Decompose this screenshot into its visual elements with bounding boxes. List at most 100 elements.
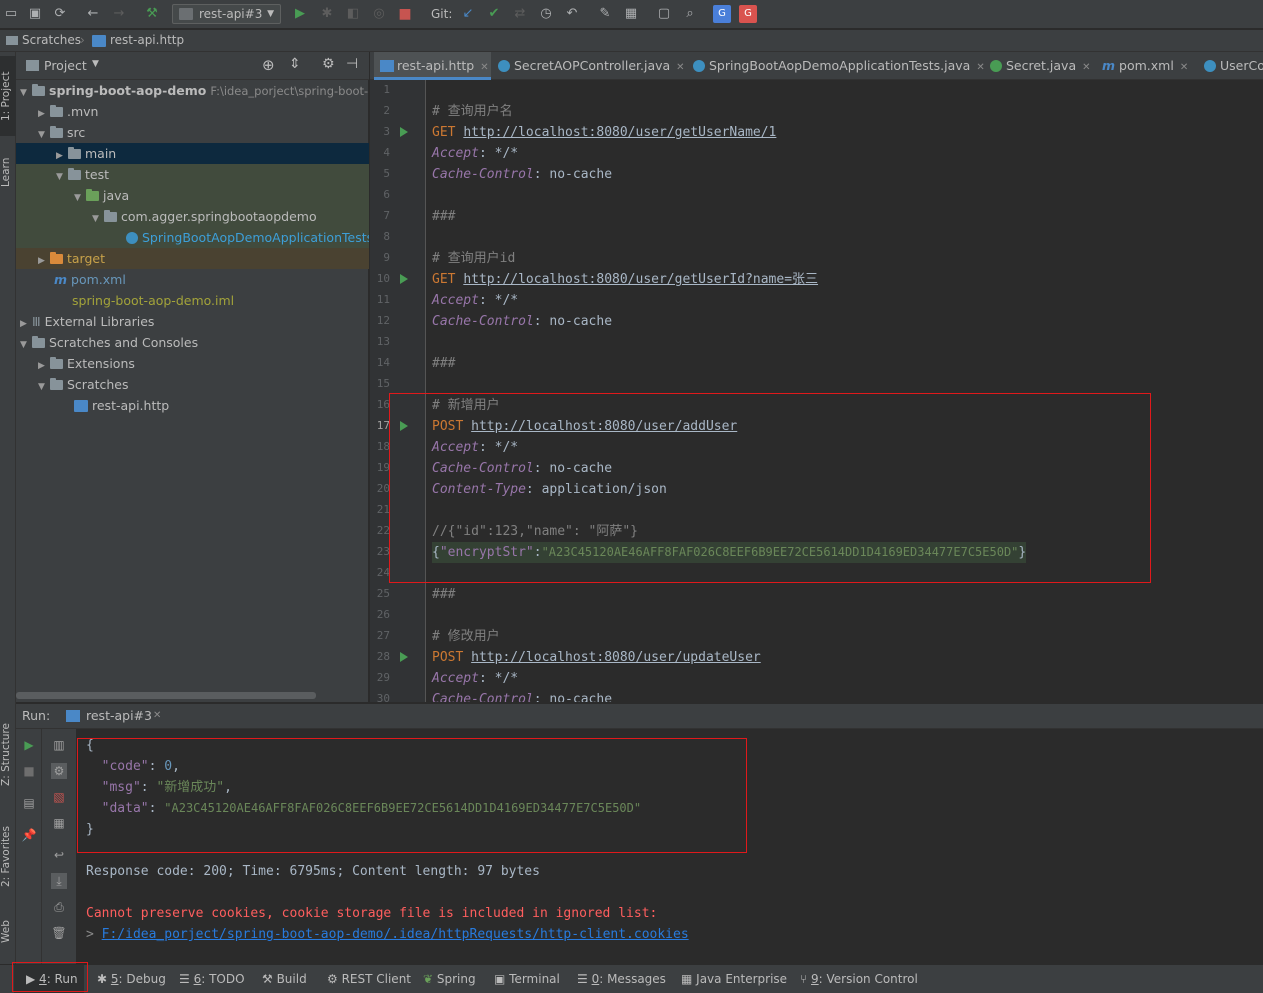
open-file-icon[interactable]: ▥ (51, 737, 67, 753)
line-number: 6 (383, 188, 390, 201)
line-number: 10 (376, 272, 390, 285)
locate-icon[interactable]: ⊕ (262, 56, 275, 74)
git-history-icon[interactable]: ◷ (537, 5, 555, 23)
tool-build[interactable]: ⚒ Build (262, 965, 307, 993)
back-icon[interactable]: ← (84, 5, 102, 23)
stop-icon[interactable]: ■ (21, 763, 37, 779)
google-translate-icon[interactable]: G (713, 5, 731, 23)
tree-item-iml[interactable]: spring-boot-aop-demo.iml (16, 290, 369, 311)
breadcrumb-rest-api[interactable]: rest-api.http (110, 30, 184, 51)
request-url[interactable]: http://localhost:8080/user/updateUser (471, 650, 761, 665)
tree-item-target[interactable]: ▶ target (16, 248, 369, 269)
soft-wrap-icon[interactable]: ↩ (51, 847, 67, 863)
close-icon[interactable]: ✕ (1082, 62, 1090, 73)
tab-structure[interactable]: Z: Structure (0, 715, 16, 795)
tab-project[interactable]: 1: Project (0, 56, 16, 136)
horizontal-scrollbar[interactable] (16, 692, 316, 699)
google-search-icon[interactable]: G (739, 5, 757, 23)
git-revert-icon[interactable]: ↶ (563, 5, 581, 23)
tool-todo[interactable]: ☰ 6: TODO (179, 965, 245, 993)
tree-item-scratches[interactable]: ▼ Scratches (16, 374, 369, 395)
tab-application-tests[interactable]: SpringBootAopDemoApplicationTests.java ✕ (693, 52, 985, 80)
compare-icon[interactable]: ▦ (51, 815, 67, 831)
tool-messages[interactable]: ☰ 0: Messages (577, 965, 666, 993)
tree-item-java[interactable]: ▼ java (16, 185, 369, 206)
build-hammer-icon[interactable]: ⚒ (143, 5, 161, 23)
shortcut-number: 5 (110, 972, 119, 986)
rerun-icon[interactable]: ▶ (21, 737, 37, 753)
tree-item-pom[interactable]: m pom.xml (16, 269, 369, 290)
tree-item-test[interactable]: ▼ test (16, 164, 369, 185)
tab-web[interactable]: Web (0, 912, 16, 952)
gear-icon[interactable]: ⚙ (322, 56, 335, 72)
trash-icon[interactable]: 🗑 (51, 925, 67, 941)
scroll-to-end-icon[interactable]: ⤓ (51, 873, 67, 889)
pin-icon[interactable]: 📌 (21, 827, 37, 843)
settings-wrench-icon[interactable]: ✎ (596, 5, 614, 23)
tab-secret-aop-controller[interactable]: SecretAOPController.java ✕ (498, 52, 685, 80)
tab-learn[interactable]: Learn (0, 147, 16, 197)
run-request-icon[interactable] (400, 127, 408, 137)
close-icon[interactable]: ✕ (676, 62, 684, 73)
error-icon[interactable]: ▧ (51, 789, 67, 805)
debug-icon[interactable]: ✱ (318, 5, 336, 23)
terminal-window-icon[interactable]: ▢ (655, 5, 673, 23)
tree-item-extensions[interactable]: ▶ Extensions (16, 353, 369, 374)
tool-rest-client[interactable]: ⚙ REST Client (327, 965, 411, 993)
tab-pom-xml[interactable]: m pom.xml ✕ (1102, 52, 1188, 80)
tab-secret-java[interactable]: Secret.java ✕ (990, 52, 1091, 80)
tab-rest-api-http[interactable]: rest-api.http ✕ (374, 52, 491, 80)
collapse-all-icon[interactable]: ⇕ (289, 56, 301, 72)
search-icon[interactable]: ⌕ (681, 5, 699, 23)
git-update-icon[interactable]: ↙ (459, 5, 477, 23)
run-icon[interactable]: ▶ (291, 5, 309, 23)
close-icon[interactable]: ✕ (153, 704, 161, 728)
close-icon[interactable]: ✕ (1180, 62, 1188, 73)
tree-item-root[interactable]: ▼ spring-boot-aop-demo F:\idea_porject\sp… (16, 80, 369, 101)
forward-icon[interactable]: → (110, 5, 128, 23)
tool-version-control[interactable]: ⑂ 9: Version Control (800, 965, 918, 993)
tool-terminal[interactable]: ▣ Terminal (494, 965, 560, 993)
git-commit-icon[interactable]: ✔ (485, 5, 503, 23)
tree-item-package[interactable]: ▼ com.agger.springbootaopdemo (16, 206, 369, 227)
chevron-down-icon[interactable]: ▼ (92, 59, 99, 69)
tree-item-src[interactable]: ▼ src (16, 122, 369, 143)
project-structure-icon[interactable]: ▦ (622, 5, 640, 23)
close-icon[interactable]: ✕ (976, 62, 984, 73)
run-tab[interactable]: rest-api#3 (86, 704, 152, 728)
layout-icon[interactable]: ▤ (21, 795, 37, 811)
tree-item-external-libraries[interactable]: ▶ Ⅲ External Libraries (16, 311, 369, 332)
tool-debug[interactable]: ✱ 5: Debug (97, 965, 166, 993)
stop-icon[interactable]: ■ (396, 5, 414, 23)
tool-spring[interactable]: ❦ Spring (423, 965, 476, 993)
close-icon[interactable]: ✕ (480, 62, 488, 73)
coverage-icon[interactable]: ◧ (344, 5, 362, 23)
request-url[interactable]: http://localhost:8080/user/getUserId?nam… (463, 272, 818, 287)
tree-item-main[interactable]: ▶ main (16, 143, 369, 164)
run-config-select[interactable]: rest-api#3 ▼ (172, 4, 281, 24)
tab-user-controller[interactable]: UserCo (1204, 52, 1263, 80)
maven-icon: m (1102, 58, 1116, 73)
line-number: 9 (383, 251, 390, 264)
save-icon[interactable]: ▣ (26, 5, 44, 23)
tree-item-test-class[interactable]: SpringBootAopDemoApplicationTests (16, 227, 369, 248)
cookie-file-link[interactable]: F:/idea_porject/spring-boot-aop-demo/.id… (102, 927, 689, 942)
git-compare-icon[interactable]: ⇄ (511, 5, 529, 23)
settings-icon[interactable]: ⚙ (51, 763, 67, 779)
tree-item-scratches-consoles[interactable]: ▼ Scratches and Consoles (16, 332, 369, 353)
tool-java-enterprise[interactable]: ▦ Java Enterprise (681, 965, 787, 993)
open-folder-icon[interactable]: ▭ (2, 5, 20, 23)
hide-panel-icon[interactable]: ⊣ (346, 56, 358, 72)
request-url[interactable]: http://localhost:8080/user/getUserName/1 (463, 125, 776, 140)
code-editor[interactable]: # 查询用户名 GET http://localhost:8080/user/g… (427, 80, 1263, 702)
tree-item-mvn[interactable]: ▶ .mvn (16, 101, 369, 122)
print-icon[interactable]: ⎙ (51, 899, 67, 915)
profile-icon[interactable]: ◎ (370, 5, 388, 23)
sync-icon[interactable]: ⟳ (51, 5, 69, 23)
tree-item-rest-api[interactable]: rest-api.http (16, 395, 369, 416)
tab-favorites[interactable]: 2: Favorites (0, 812, 16, 902)
run-request-icon[interactable] (400, 274, 408, 284)
breadcrumb-scratches[interactable]: Scratches (22, 30, 81, 51)
run-request-icon[interactable] (400, 652, 408, 662)
project-title[interactable]: Project (44, 58, 87, 73)
